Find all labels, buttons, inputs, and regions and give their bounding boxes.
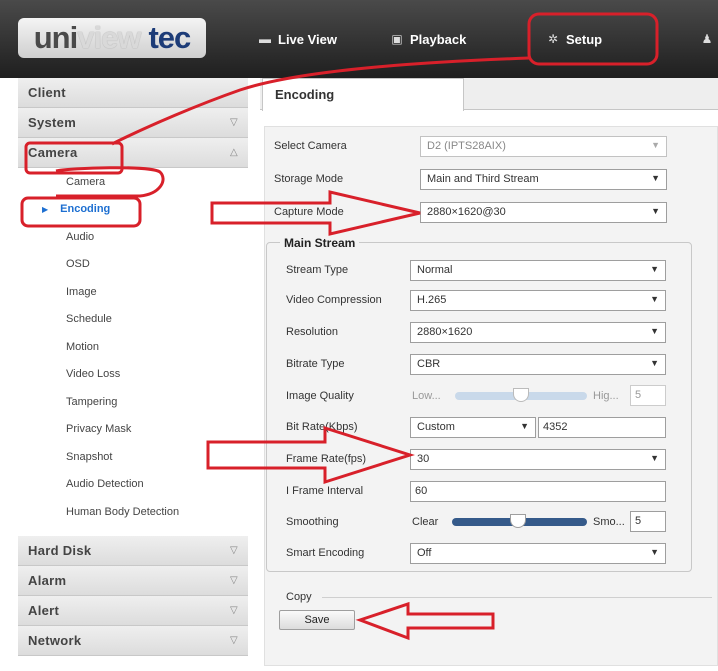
frame-rate-dropdown[interactable]: 30 ▼	[410, 449, 666, 470]
sidebar-item-human-body-detection[interactable]: Human Body Detection	[18, 498, 248, 526]
bit-rate-mode-dropdown[interactable]: Custom ▼	[410, 417, 536, 438]
chevron-up-icon: △	[230, 147, 238, 158]
chevron-down-icon: ▼	[650, 358, 659, 368]
resolution-dropdown[interactable]: 2880×1620 ▼	[410, 322, 666, 343]
chevron-down-icon: ▼	[650, 264, 659, 274]
user-icon[interactable]: ♟	[700, 28, 714, 50]
smoothing-slider-thumb[interactable]	[510, 514, 526, 528]
chevron-down-icon: ▼	[651, 206, 660, 216]
capture-mode-dropdown[interactable]: 2880×1620@30 ▼	[420, 202, 667, 223]
chevron-down-icon: ▼	[650, 453, 659, 463]
copy-label: Copy	[286, 591, 312, 603]
sidebar-group-alert[interactable]: Alert ▽	[18, 596, 248, 626]
sidebar-item-schedule[interactable]: Schedule	[18, 306, 248, 334]
sidebar-item-tampering[interactable]: Tampering	[18, 388, 248, 416]
smart-encoding-dropdown[interactable]: Off ▼	[410, 543, 666, 564]
bit-rate-row: Bit Rate(Kbps)	[286, 421, 358, 433]
chevron-down-icon: ▽	[230, 635, 238, 646]
smoothing-slider[interactable]	[452, 514, 587, 528]
sidebar-item-osd[interactable]: OSD	[18, 251, 248, 279]
chevron-down-icon: ▼	[650, 326, 659, 336]
sidebar-item-snapshot[interactable]: Snapshot	[18, 443, 248, 471]
save-button[interactable]: Save	[279, 610, 355, 630]
sidebar-item-camera[interactable]: Camera	[18, 168, 248, 196]
image-quality-row: Image Quality	[286, 390, 354, 402]
sidebar: Client System ▽ Camera △ Camera ▶ Encodin…	[18, 78, 248, 671]
sidebar-group-system[interactable]: System ▽	[18, 108, 248, 138]
sidebar-item-encoding[interactable]: ▶ Encoding	[18, 196, 248, 224]
sidebar-item-audio[interactable]: Audio	[18, 223, 248, 251]
frame-rate-row: Frame Rate(fps)	[286, 453, 367, 465]
sidebar-item-video-loss[interactable]: Video Loss	[18, 361, 248, 389]
stream-type-row: Stream Type	[286, 264, 349, 276]
sidebar-group-network[interactable]: Network ▽	[18, 626, 248, 656]
image-quality-high-label: Hig...	[593, 390, 619, 402]
copy-divider	[322, 597, 712, 598]
gear-icon: ✲	[547, 32, 559, 46]
i-frame-interval-row: I Frame Interval	[286, 485, 364, 497]
storage-mode-row: Storage Mode	[274, 173, 344, 185]
capture-mode-row: Capture Mode	[274, 206, 344, 218]
video-compression-dropdown[interactable]: H.265 ▼	[410, 290, 666, 311]
sidebar-group-alarm[interactable]: Alarm ▽	[18, 566, 248, 596]
chevron-down-icon: ▽	[230, 545, 238, 556]
bitrate-type-dropdown[interactable]: CBR ▼	[410, 354, 666, 375]
sidebar-group-client[interactable]: Client	[18, 78, 248, 108]
smoothing-input[interactable]: 5	[630, 511, 666, 532]
chevron-down-icon: ▽	[230, 575, 238, 586]
chevron-down-icon: ▼	[651, 173, 660, 183]
sidebar-group-camera[interactable]: Camera △	[18, 138, 248, 168]
brand-logo: uni view tec	[18, 18, 206, 58]
image-quality-slider-thumb[interactable]	[513, 388, 529, 402]
sidebar-item-image[interactable]: Image	[18, 278, 248, 306]
bit-rate-input[interactable]: 4352	[538, 417, 666, 438]
bitrate-type-row: Bitrate Type	[286, 358, 345, 370]
film-icon: ▣	[391, 32, 403, 46]
chevron-down-icon: ▽	[230, 117, 238, 128]
tab-bar: Encoding	[260, 78, 718, 111]
chevron-down-icon: ▽	[230, 605, 238, 616]
resolution-row: Resolution	[286, 326, 338, 338]
image-quality-slider[interactable]	[455, 388, 587, 402]
top-navigation-bar: uni view tec ▬ Live View ▣ Playback ✲ Setu…	[0, 0, 718, 78]
sidebar-item-audio-detection[interactable]: Audio Detection	[18, 471, 248, 499]
nav-live-view[interactable]: ▬ Live View	[258, 28, 337, 50]
smoothing-low-label: Clear	[412, 516, 439, 528]
sidebar-group-hard-disk[interactable]: Hard Disk ▽	[18, 536, 248, 566]
select-camera-label: Select Camera	[274, 140, 347, 152]
image-quality-input[interactable]: 5	[630, 385, 666, 406]
stream-type-dropdown[interactable]: Normal ▼	[410, 260, 666, 281]
tab-encoding[interactable]: Encoding	[262, 78, 464, 111]
active-bullet-icon: ▶	[42, 204, 49, 214]
sidebar-item-privacy-mask[interactable]: Privacy Mask	[18, 416, 248, 444]
image-quality-low-label: Low...	[412, 390, 441, 402]
smoothing-row: Smoothing	[286, 516, 339, 528]
storage-mode-dropdown[interactable]: Main and Third Stream ▼	[420, 169, 667, 190]
monitor-icon: ▬	[259, 32, 271, 46]
chevron-down-icon: ▼	[520, 421, 529, 431]
i-frame-interval-input[interactable]: 60	[410, 481, 666, 502]
sidebar-item-motion[interactable]: Motion	[18, 333, 248, 361]
user-icon-glyph: ♟	[701, 32, 713, 46]
smoothing-high-label: Smo...	[593, 516, 625, 528]
nav-playback[interactable]: ▣ Playback	[390, 28, 466, 50]
chevron-down-icon: ▼	[650, 294, 659, 304]
main-stream-legend: Main Stream	[280, 236, 360, 250]
video-compression-row: Video Compression	[286, 294, 382, 306]
smart-encoding-row: Smart Encoding	[286, 547, 365, 559]
camera-submenu: Camera ▶ Encoding Audio OSD Image Schedul…	[18, 168, 248, 536]
select-camera-dropdown[interactable]: D2 (IPTS28AIX) ▼	[420, 136, 667, 157]
select-camera-row: Select Camera	[274, 135, 347, 157]
chevron-down-icon: ▼	[651, 140, 660, 150]
nav-setup[interactable]: ✲ Setup	[546, 28, 602, 50]
chevron-down-icon: ▼	[650, 547, 659, 557]
